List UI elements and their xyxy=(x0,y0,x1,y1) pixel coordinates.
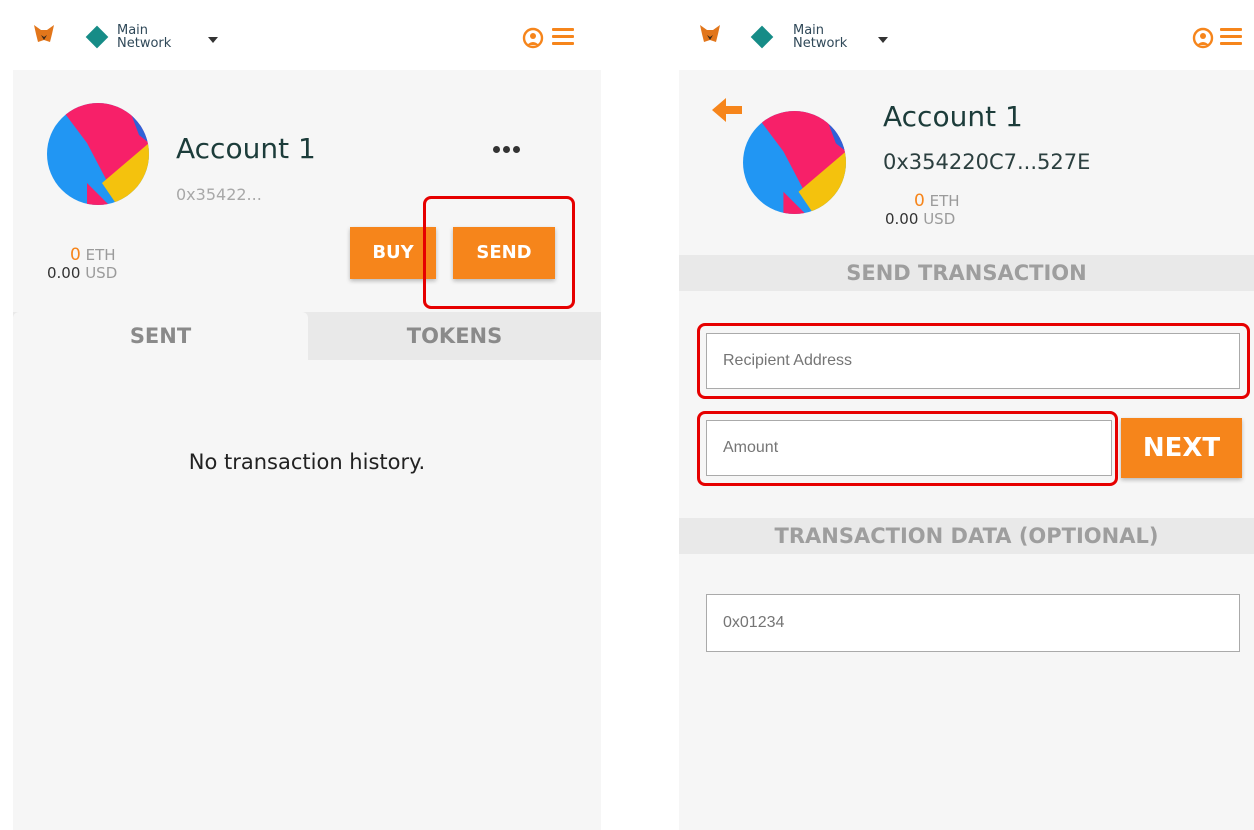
send-button[interactable]: SEND xyxy=(453,227,555,279)
balance-eth-value: 0 xyxy=(70,245,81,265)
recipient-address-input[interactable] xyxy=(706,333,1240,389)
transaction-data-header: TRANSACTION DATA (OPTIONAL) xyxy=(679,518,1254,554)
menu-icon[interactable] xyxy=(1220,28,1242,46)
network-label-network: Network xyxy=(793,36,848,51)
account-address-short[interactable]: 0x35422... xyxy=(176,185,262,204)
identicon-avatar xyxy=(743,111,846,214)
chevron-down-icon[interactable] xyxy=(878,37,888,43)
menu-icon[interactable] xyxy=(552,28,574,46)
send-transaction-panel: Main Network Account 1 0x354220C7...527E… xyxy=(679,0,1254,830)
identicon-avatar xyxy=(47,103,149,205)
chevron-down-icon[interactable] xyxy=(208,37,218,43)
empty-history-message: No transaction history. xyxy=(188,450,426,474)
balance-eth-value: 0 xyxy=(914,191,925,211)
wallet-home-panel: Main Network Account 1 0x35422... 0 ETH … xyxy=(13,0,601,830)
top-bar: Main Network xyxy=(13,0,601,70)
balance-eth-unit: ETH xyxy=(929,192,960,210)
amount-input[interactable] xyxy=(706,420,1112,476)
top-bar: Main Network xyxy=(679,0,1254,70)
send-transaction-header: SEND TRANSACTION xyxy=(679,255,1254,291)
balance-usd-value: 0.00 xyxy=(47,264,81,282)
balance-usd: 0.00 USD xyxy=(47,264,117,282)
balance-usd-unit: USD xyxy=(85,264,118,282)
balance-usd-unit: USD xyxy=(923,210,956,228)
more-dots-icon[interactable] xyxy=(493,146,520,153)
back-arrow-icon[interactable] xyxy=(710,96,744,124)
metamask-fox-icon[interactable] xyxy=(33,24,55,44)
balance-eth: 0 ETH xyxy=(70,245,116,265)
buy-button[interactable]: BUY xyxy=(350,227,436,279)
account-name: Account 1 xyxy=(176,132,316,165)
network-diamond-icon[interactable] xyxy=(85,25,109,49)
network-diamond-icon[interactable] xyxy=(750,25,774,49)
tab-bar: SENT TOKENS xyxy=(13,312,601,360)
network-selector[interactable]: Main Network xyxy=(117,24,171,50)
network-selector[interactable]: Main Network xyxy=(793,24,847,50)
network-label-network: Network xyxy=(117,36,172,51)
balance-usd: 0.00 USD xyxy=(885,210,955,228)
next-button[interactable]: NEXT xyxy=(1121,418,1242,478)
account-address-full[interactable]: 0x354220C7...527E xyxy=(883,150,1090,174)
account-switch-icon[interactable] xyxy=(1191,27,1215,49)
balance-usd-value: 0.00 xyxy=(885,210,919,228)
account-switch-icon[interactable] xyxy=(521,27,545,49)
account-name: Account 1 xyxy=(883,100,1023,133)
tab-sent[interactable]: SENT xyxy=(13,312,308,360)
transaction-data-input[interactable] xyxy=(706,594,1240,652)
balance-eth: 0 ETH xyxy=(914,191,960,211)
balance-eth-unit: ETH xyxy=(85,246,116,264)
tab-tokens[interactable]: TOKENS xyxy=(308,312,601,360)
metamask-fox-icon[interactable] xyxy=(699,24,721,44)
